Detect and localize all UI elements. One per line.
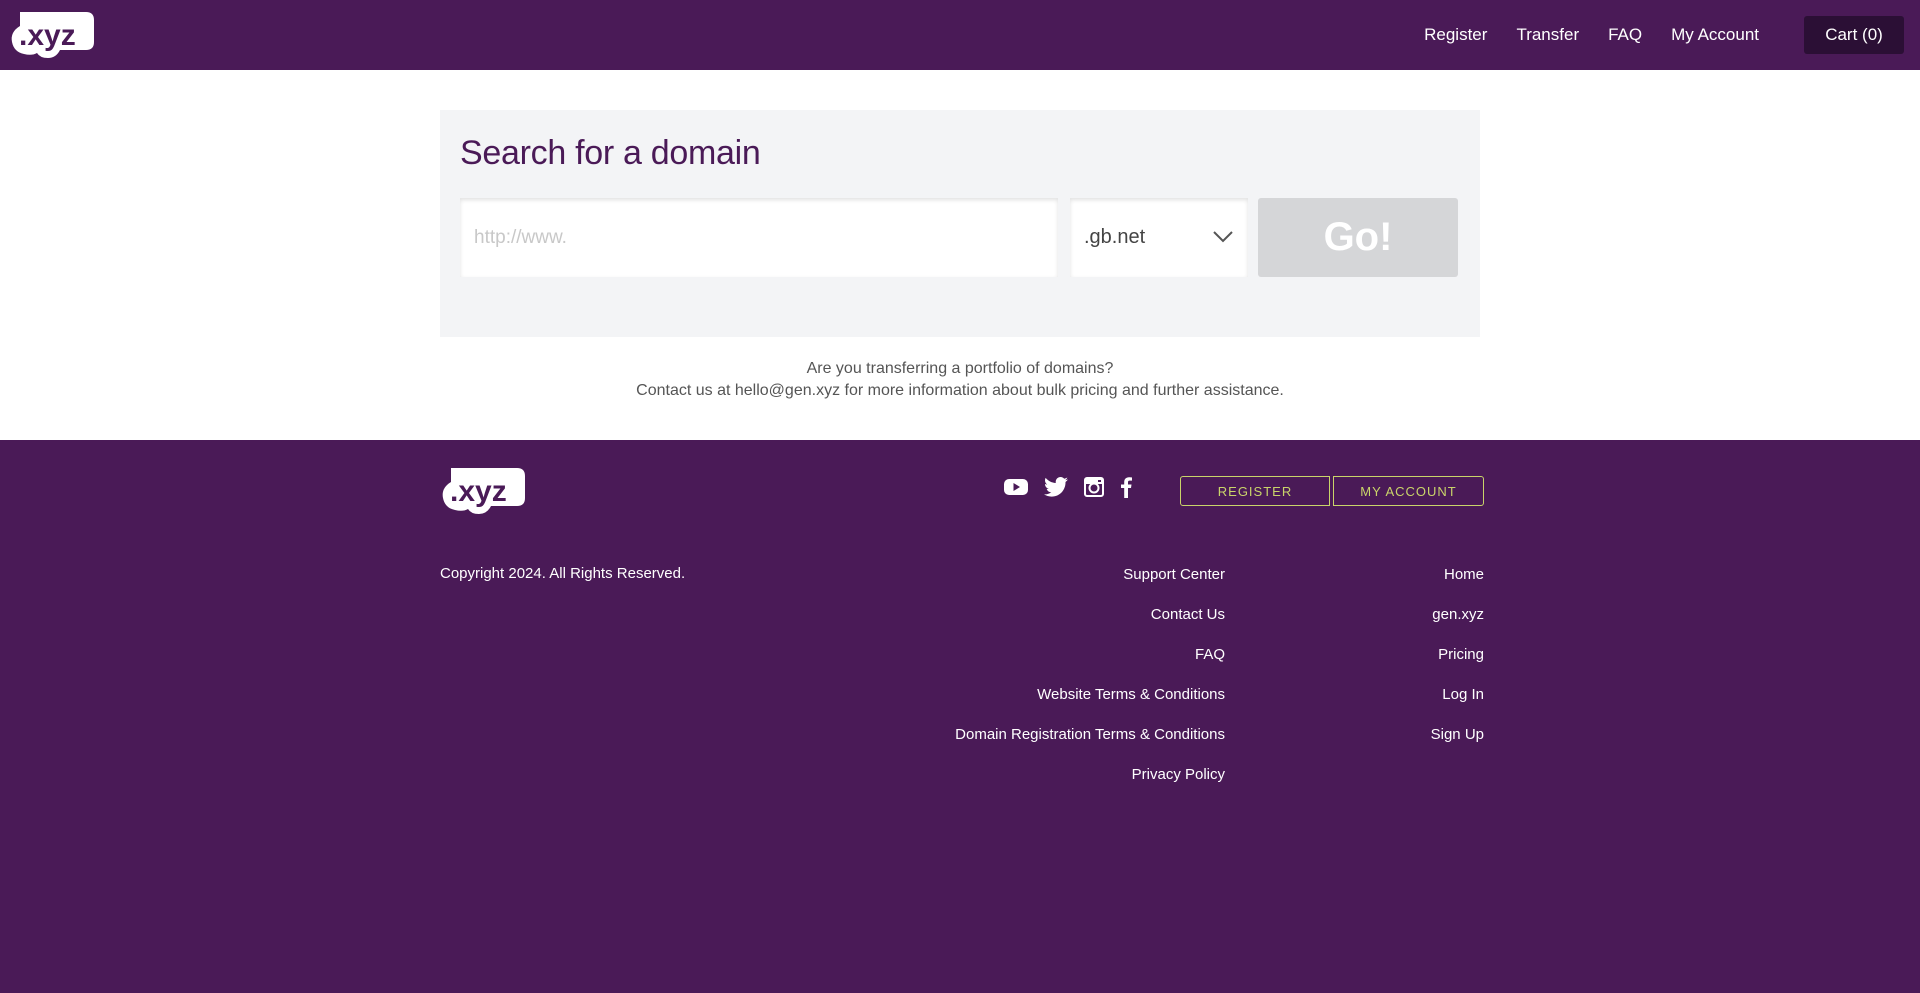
facebook-icon[interactable] — [1120, 476, 1132, 503]
footer-link-website-terms[interactable]: Website Terms & Conditions — [955, 686, 1225, 726]
main-content: Search for a domain .gb.net Go! Are you … — [0, 70, 1920, 440]
main-nav: Register Transfer FAQ My Account Cart (0… — [1395, 0, 1920, 70]
site-header: .xyz Register Transfer FAQ My Account Ca… — [0, 0, 1920, 70]
chevron-down-icon — [1212, 230, 1234, 249]
social-links — [1004, 476, 1148, 503]
go-button[interactable]: Go! — [1258, 198, 1458, 277]
footer-links-col1: Support Center Contact Us FAQ Website Te… — [955, 566, 1225, 806]
footer-links-col2: Home gen.xyz Pricing Log In Sign Up — [1431, 566, 1484, 766]
cart-button[interactable]: Cart (0) — [1804, 16, 1904, 54]
footer-link-sign-up[interactable]: Sign Up — [1431, 726, 1484, 766]
footer-link-contact-us[interactable]: Contact Us — [955, 606, 1225, 646]
footer-link-log-in[interactable]: Log In — [1431, 686, 1484, 726]
site-footer: .xyz REGISTER MY ACCOUNT Copyright 2024.… — [0, 440, 1920, 993]
footer-link-faq[interactable]: FAQ — [955, 646, 1225, 686]
youtube-icon[interactable] — [1004, 478, 1028, 501]
tld-selected-value: .gb.net — [1084, 226, 1146, 248]
footer-xyz-logo[interactable]: .xyz — [440, 466, 526, 516]
domain-search-input[interactable] — [460, 198, 1058, 277]
footer-link-privacy-policy[interactable]: Privacy Policy — [955, 766, 1225, 806]
nav-register[interactable]: Register — [1424, 25, 1487, 45]
copyright: Copyright 2024. All Rights Reserved. — [440, 565, 686, 582]
nav-transfer[interactable]: Transfer — [1516, 25, 1579, 45]
instagram-icon[interactable] — [1084, 477, 1104, 502]
footer-buttons: REGISTER MY ACCOUNT — [1180, 476, 1484, 506]
footer-link-pricing[interactable]: Pricing — [1431, 646, 1484, 686]
xyz-logo[interactable]: .xyz — [10, 10, 94, 60]
svg-text:.xyz: .xyz — [19, 19, 76, 52]
svg-text:.xyz: .xyz — [450, 475, 507, 508]
search-title: Search for a domain — [460, 134, 761, 172]
transfer-note-line2: Contact us at hello@gen.xyz for more inf… — [636, 382, 1284, 399]
footer-register-button[interactable]: REGISTER — [1180, 476, 1330, 506]
nav-faq[interactable]: FAQ — [1608, 25, 1642, 45]
nav-my-account[interactable]: My Account — [1671, 25, 1759, 45]
twitter-icon[interactable] — [1044, 477, 1068, 502]
footer-my-account-button[interactable]: MY ACCOUNT — [1333, 476, 1484, 506]
transfer-note: Are you transferring a portfolio of doma… — [0, 358, 1920, 402]
tld-select[interactable]: .gb.net — [1070, 198, 1248, 277]
footer-link-home[interactable]: Home — [1431, 566, 1484, 606]
footer-link-support-center[interactable]: Support Center — [955, 566, 1225, 606]
footer-link-domain-registration-terms[interactable]: Domain Registration Terms & Conditions — [955, 726, 1225, 766]
transfer-note-line1: Are you transferring a portfolio of doma… — [806, 360, 1114, 377]
footer-link-gen-xyz[interactable]: gen.xyz — [1431, 606, 1484, 646]
domain-search-panel: Search for a domain .gb.net Go! — [440, 110, 1480, 337]
